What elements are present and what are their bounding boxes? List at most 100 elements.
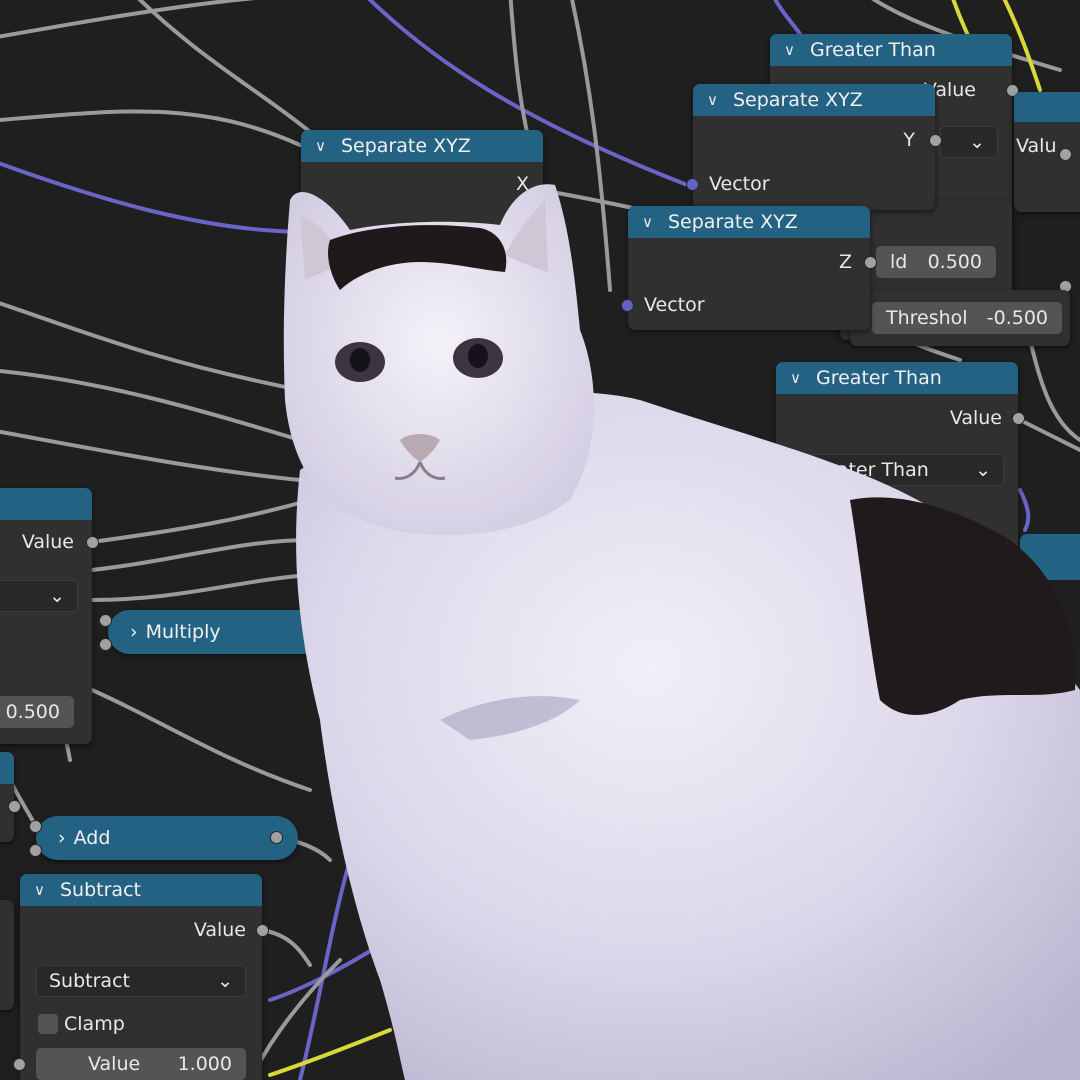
wire xyxy=(268,1028,392,1077)
field-label: Threshol xyxy=(886,307,968,329)
multiply-node-collapsed[interactable]: › Multiply xyxy=(108,610,360,654)
field-value: 1.000 xyxy=(177,1053,232,1075)
output-label: Y xyxy=(903,129,915,151)
threshold-field[interactable]: Threshol -0.500 xyxy=(872,302,1062,334)
chevron-right-icon[interactable]: › xyxy=(130,621,138,643)
node-title: Separate XYZ xyxy=(668,211,798,233)
node-title: Separate XYZ xyxy=(341,135,471,157)
node-header[interactable]: ∨ Separate XYZ xyxy=(628,206,870,238)
output-socket[interactable] xyxy=(270,831,283,844)
input-label: Vector xyxy=(644,294,705,316)
node-header[interactable]: ∨ Separate XYZ xyxy=(693,84,935,116)
threshold-field[interactable]: ld 0.500 xyxy=(876,246,996,278)
wire xyxy=(0,429,302,482)
clamp-label: Clamp xyxy=(64,1013,125,1035)
separate-xyz-node-top-right[interactable]: ∨ Separate XYZ Y Vector xyxy=(686,84,942,210)
wire xyxy=(90,538,312,572)
operation-dropdown[interactable]: ⌄ xyxy=(0,580,78,612)
output-label: Value xyxy=(193,919,246,941)
node-header[interactable]: ∨ Separate XYZ xyxy=(301,130,543,162)
node-title: Greater Than xyxy=(816,367,942,389)
input-socket[interactable] xyxy=(29,820,42,833)
field-value: -0.500 xyxy=(986,307,1048,329)
node-header[interactable] xyxy=(0,752,14,784)
subtract-node[interactable]: ∨ Subtract Value Subtract ⌄ Clamp Value 1.0… xyxy=(13,874,269,1080)
wire xyxy=(90,498,312,544)
input-label: Vector xyxy=(709,173,770,195)
greater-than-node-right[interactable]: ∨ Greater Than Value Greater Than ⌄ xyxy=(776,362,1025,552)
output-label: Value xyxy=(21,531,74,553)
chevron-down-icon[interactable]: ∨ xyxy=(707,91,727,109)
output-label: X xyxy=(515,173,529,195)
node-header[interactable] xyxy=(1020,534,1080,580)
wire xyxy=(90,688,312,792)
chevron-down-icon[interactable]: ∨ xyxy=(642,213,662,231)
chevron-down-icon[interactable]: ∨ xyxy=(34,881,54,899)
separate-xyz-node-mid[interactable]: ∨ Separate XYZ Z Vector xyxy=(621,206,877,330)
chevron-down-icon: ⌄ xyxy=(969,131,985,153)
output-socket[interactable] xyxy=(256,924,269,937)
node-editor-canvas[interactable]: ∨ Greater Than Value ⌄ Valu ld 0.500 Thres… xyxy=(0,0,1080,1080)
operation-dropdown[interactable]: ⌄ xyxy=(940,126,998,158)
node-title: Subtract xyxy=(60,879,141,901)
wire xyxy=(1028,338,1080,442)
node-title: Multiply xyxy=(145,621,221,643)
node-title: Greater Than xyxy=(810,39,936,61)
output-socket-y[interactable] xyxy=(929,134,942,147)
wire xyxy=(0,0,255,39)
chevron-right-icon[interactable]: › xyxy=(58,827,66,849)
input-socket[interactable] xyxy=(99,638,112,651)
node-title: Add xyxy=(73,827,111,849)
node-header[interactable] xyxy=(1014,92,1080,122)
input-socket-vector[interactable] xyxy=(686,178,699,191)
partial-node-right-edge[interactable] xyxy=(1020,534,1080,584)
node-header[interactable]: ∨ Greater Than xyxy=(776,362,1018,394)
chevron-down-icon: ⌄ xyxy=(975,459,991,481)
wire xyxy=(90,573,312,602)
wire xyxy=(248,958,342,1080)
add-node-collapsed[interactable]: › Add xyxy=(36,816,298,860)
math-node-left-partial[interactable]: Value ⌄ 0.500 xyxy=(0,488,99,744)
partial-node-far-right[interactable]: Valu xyxy=(1014,92,1080,293)
dropdown-value: Greater Than xyxy=(803,459,929,481)
chevron-down-icon[interactable]: ∨ xyxy=(784,41,804,59)
output-label: Value xyxy=(949,407,1002,429)
node-title: Separate XYZ xyxy=(733,89,863,111)
field-label: ld xyxy=(890,251,908,273)
math-node-left-edge[interactable] xyxy=(0,752,21,842)
operation-dropdown[interactable]: Greater Than ⌄ xyxy=(790,454,1004,486)
math-node-left-edge-lower[interactable] xyxy=(0,900,14,1010)
wire xyxy=(260,928,312,967)
value-field[interactable]: 0.500 xyxy=(0,696,74,728)
input-socket[interactable] xyxy=(99,614,112,627)
input-socket-vector[interactable] xyxy=(621,299,634,312)
field-label: Value xyxy=(88,1053,141,1075)
chevron-down-icon[interactable]: ∨ xyxy=(315,137,335,155)
field-value: 0.500 xyxy=(5,701,60,723)
threshold-node-lower[interactable]: Threshol -0.500 xyxy=(850,290,1070,346)
output-socket[interactable] xyxy=(8,800,21,813)
dropdown-value: Subtract xyxy=(49,970,130,992)
node-header[interactable]: ∨ Subtract xyxy=(20,874,262,906)
clamp-checkbox[interactable] xyxy=(38,1014,58,1034)
input-socket[interactable] xyxy=(29,844,42,857)
output-socket[interactable] xyxy=(1012,412,1025,425)
node-header[interactable]: ∨ Greater Than xyxy=(770,34,1012,66)
separate-xyz-node-center[interactable]: ∨ Separate XYZ X xyxy=(301,130,543,240)
output-label: Z xyxy=(838,251,852,273)
chevron-down-icon: ⌄ xyxy=(217,970,233,992)
chevron-down-icon: ⌄ xyxy=(49,585,65,607)
output-socket[interactable] xyxy=(1059,148,1072,161)
wire xyxy=(0,161,302,234)
node-header[interactable] xyxy=(0,488,92,520)
chevron-down-icon[interactable]: ∨ xyxy=(790,369,810,387)
wire xyxy=(773,0,802,36)
operation-dropdown[interactable]: Subtract ⌄ xyxy=(36,965,246,997)
wire xyxy=(1018,488,1031,532)
output-socket[interactable] xyxy=(86,536,99,549)
value-field[interactable]: Value 1.000 xyxy=(36,1048,246,1080)
input-socket[interactable] xyxy=(13,1058,26,1071)
output-socket-z[interactable] xyxy=(864,256,877,269)
field-value: 0.500 xyxy=(927,251,982,273)
wire xyxy=(0,109,302,147)
